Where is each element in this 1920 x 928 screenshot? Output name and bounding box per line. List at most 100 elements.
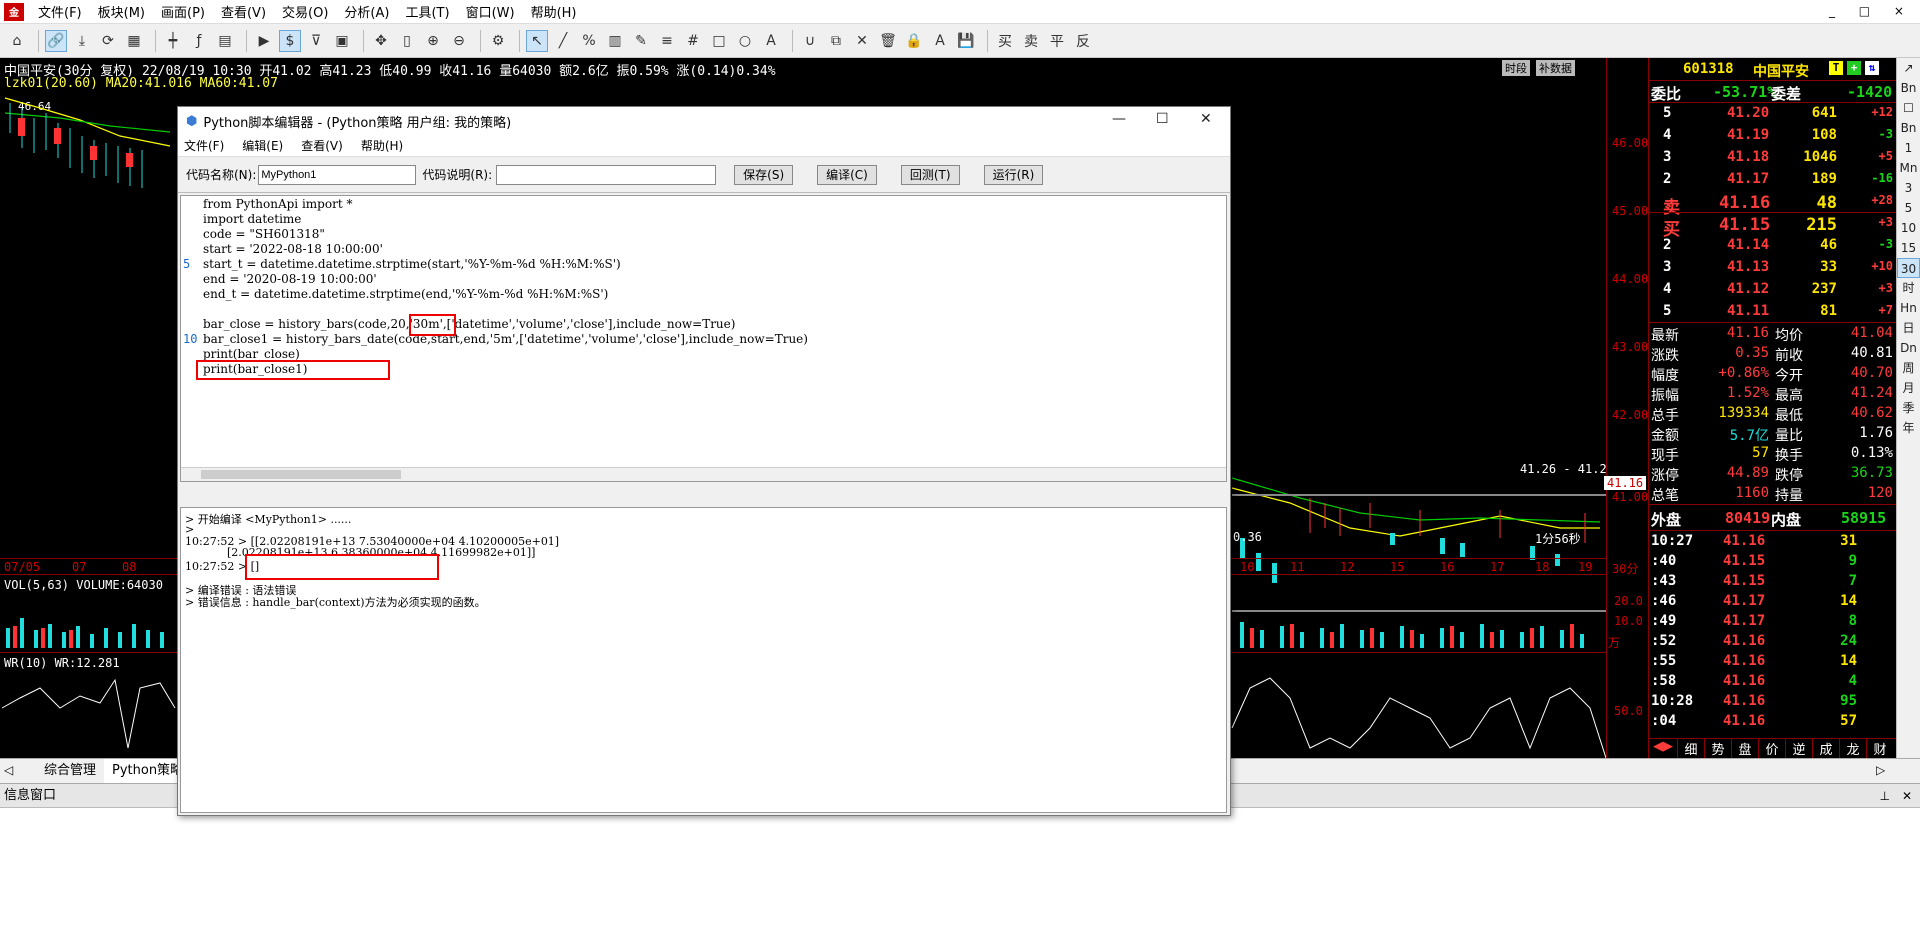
code-hscrollbar[interactable]: [181, 467, 1226, 481]
menu-file[interactable]: 文件(F): [30, 2, 90, 21]
close-icon[interactable]: ✕: [1200, 111, 1212, 127]
lock-icon[interactable]: 🔒: [903, 30, 925, 52]
editor-menu-help[interactable]: 帮助(H): [361, 137, 403, 154]
code-editor[interactable]: 5 10 from PythonApi import * import date…: [180, 195, 1227, 482]
channel-tool-icon[interactable]: ▥: [604, 30, 626, 52]
sell-order-row[interactable]: 3 41.18 1046 +5: [1649, 148, 1896, 168]
link-icon[interactable]: 🔗: [45, 29, 67, 52]
sell-order-row[interactable]: 2 41.17 189 -16: [1649, 170, 1896, 190]
tab-scroll-right-icon[interactable]: ▷: [1876, 763, 1885, 777]
menu-analysis[interactable]: 分析(A): [336, 2, 397, 21]
ruler-icon[interactable]: ▯: [396, 30, 418, 52]
trash-icon[interactable]: 🗑: [877, 30, 899, 52]
period-button[interactable]: 3: [1897, 178, 1920, 198]
menu-tools[interactable]: 工具(T): [397, 2, 457, 21]
buy-order-row[interactable]: 4 41.12 237 +3: [1649, 280, 1896, 300]
delete-icon[interactable]: ✕: [851, 30, 873, 52]
text-tool-icon[interactable]: A: [760, 30, 782, 52]
tab-scroll-left-icon[interactable]: ◁: [4, 763, 13, 777]
period-button[interactable]: 时: [1897, 278, 1920, 298]
color-icon[interactable]: A: [929, 30, 951, 52]
info-close-icon[interactable]: ✕: [1902, 784, 1912, 808]
code-desc-input[interactable]: [496, 164, 717, 185]
menu-trade[interactable]: 交易(O): [274, 2, 336, 21]
save-button[interactable]: 保存(S): [734, 164, 794, 185]
cursor-icon[interactable]: ↖: [526, 29, 548, 52]
buy-order-row[interactable]: 买 41.15 215 +3: [1649, 214, 1896, 240]
settings-icon[interactable]: ⚙: [487, 30, 509, 52]
compile-button[interactable]: 编译(C): [817, 164, 877, 185]
menu-view[interactable]: 查看(V): [213, 2, 274, 21]
sort-icon[interactable]: ⇅: [1865, 61, 1879, 75]
buy-order-row[interactable]: 2 41.14 46 -3: [1649, 236, 1896, 256]
quote-tab[interactable]: 龙: [1839, 739, 1866, 758]
sell-icon[interactable]: 卖: [1020, 30, 1042, 52]
layout-icon[interactable]: ▤: [214, 30, 236, 52]
t-icon[interactable]: T: [1829, 61, 1843, 75]
period-button[interactable]: 10: [1897, 218, 1920, 238]
main-window-controls[interactable]: _ □ ×: [1829, 4, 1914, 18]
maximize-icon[interactable]: ☐: [1156, 111, 1169, 127]
quote-tab[interactable]: 细: [1677, 739, 1704, 758]
period-button[interactable]: 月: [1897, 378, 1920, 398]
move-icon[interactable]: ✥: [370, 30, 392, 52]
period-button[interactable]: 年: [1897, 418, 1920, 438]
candle-icon[interactable]: ┿: [162, 30, 184, 52]
flat-icon[interactable]: 平: [1046, 30, 1068, 52]
menu-help[interactable]: 帮助(H): [523, 2, 585, 21]
period-button[interactable]: ☐: [1897, 98, 1920, 118]
zoom-in-icon[interactable]: ⊕: [422, 30, 444, 52]
period-button[interactable]: ↗: [1897, 58, 1920, 78]
sell-order-row[interactable]: 5 41.20 641 +12: [1649, 104, 1896, 124]
tab-general-management[interactable]: 综合管理: [30, 759, 112, 783]
code-name-input[interactable]: [258, 164, 417, 185]
formula-icon[interactable]: ƒ: [188, 30, 210, 52]
period-button[interactable]: Dn: [1897, 338, 1920, 358]
period-button[interactable]: 15: [1897, 238, 1920, 258]
menu-sector[interactable]: 板块(M): [90, 2, 153, 21]
period-button[interactable]: Mn: [1897, 158, 1920, 178]
plus-icon[interactable]: +: [1847, 61, 1861, 75]
period-button[interactable]: Bn: [1897, 118, 1920, 138]
buy-order-row[interactable]: 3 41.13 33 +10: [1649, 258, 1896, 278]
percent-tool-icon[interactable]: %: [578, 30, 600, 52]
quote-tab[interactable]: 财: [1866, 739, 1893, 758]
download-icon[interactable]: ⤓: [71, 30, 93, 52]
period-button[interactable]: Hn: [1897, 298, 1920, 318]
save-drawing-icon[interactable]: 💾: [955, 30, 977, 52]
line-tool-icon[interactable]: ╱: [552, 30, 574, 52]
home-icon[interactable]: ⌂: [6, 30, 28, 52]
quote-tab[interactable]: 成: [1812, 739, 1839, 758]
filter-icon[interactable]: ⊽: [305, 30, 327, 52]
period-button[interactable]: 周: [1897, 358, 1920, 378]
pen-tool-icon[interactable]: ✎: [630, 30, 652, 52]
rect-tool-icon[interactable]: □: [708, 30, 730, 52]
minimize-icon[interactable]: —: [1112, 111, 1126, 127]
quote-tab[interactable]: 价: [1758, 739, 1785, 758]
editor-menu-edit[interactable]: 编辑(E): [242, 137, 283, 154]
hash-tool-icon[interactable]: #: [682, 30, 704, 52]
fib-tool-icon[interactable]: ≡: [656, 30, 678, 52]
period-button[interactable]: 日: [1897, 318, 1920, 338]
dollar-icon[interactable]: $: [279, 29, 301, 52]
period-button[interactable]: 1: [1897, 138, 1920, 158]
quote-tab[interactable]: 逆: [1785, 739, 1812, 758]
run-button[interactable]: 运行(R): [983, 164, 1044, 185]
period-button[interactable]: 5: [1897, 198, 1920, 218]
calendar-icon[interactable]: ▣: [331, 30, 353, 52]
menu-screen[interactable]: 画面(P): [153, 2, 213, 21]
play-icon[interactable]: ▶: [253, 30, 275, 52]
pin-icon[interactable]: ⊥: [1880, 784, 1890, 808]
circle-tool-icon[interactable]: ○: [734, 30, 756, 52]
nav-arrows-icon[interactable]: ◀▶: [1649, 739, 1677, 758]
buy-icon[interactable]: 买: [994, 30, 1016, 52]
output-panel[interactable]: > 开始编译 <MyPython1> ...... > 10:27:52 > […: [180, 507, 1227, 813]
refresh-icon[interactable]: ⟳: [97, 30, 119, 52]
quote-tab[interactable]: 势: [1704, 739, 1731, 758]
editor-menu-file[interactable]: 文件(F): [184, 137, 224, 154]
buy-order-row[interactable]: 5 41.11 81 +7: [1649, 302, 1896, 322]
sell-order-row[interactable]: 4 41.19 108 -3: [1649, 126, 1896, 146]
zoom-out-icon[interactable]: ⊖: [448, 30, 470, 52]
editor-menu-view[interactable]: 查看(V): [301, 137, 343, 154]
reverse-icon[interactable]: 反: [1072, 30, 1094, 52]
